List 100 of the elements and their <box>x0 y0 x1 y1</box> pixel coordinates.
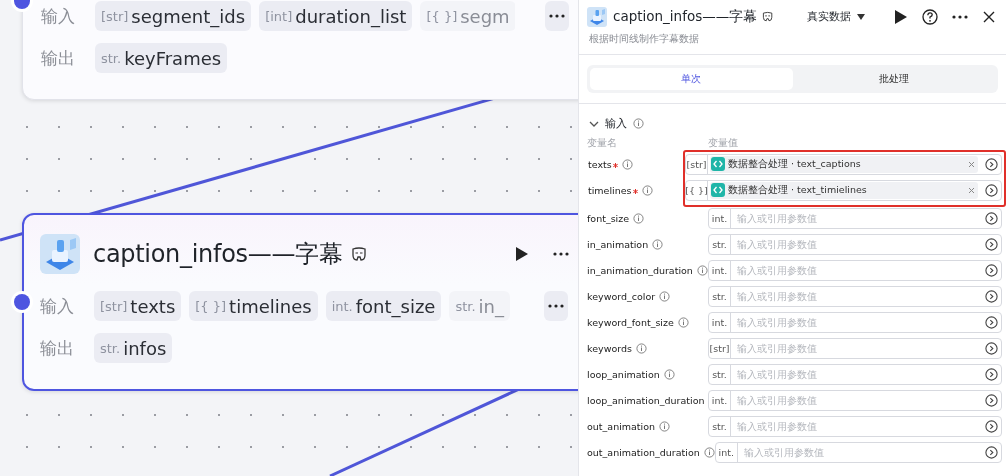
row-label: 输入 <box>40 294 75 318</box>
code-icon <box>711 183 725 197</box>
value-field[interactable]: str. 输入或引用参数值 <box>708 285 1002 307</box>
mask-icon <box>350 246 367 262</box>
caret-icon <box>856 12 866 21</box>
variable-name: font_size <box>587 212 630 224</box>
info-icon <box>633 118 644 129</box>
select-icon[interactable] <box>985 157 998 171</box>
select-icon[interactable] <box>985 211 998 225</box>
select-icon[interactable] <box>985 315 998 329</box>
variable-name: in_animation <box>587 238 649 250</box>
info-icon <box>633 212 645 224</box>
select-icon[interactable] <box>985 445 998 459</box>
variable-name: loop_animation <box>587 368 660 380</box>
node-card[interactable]: 输入 [str] segment_ids [int] duration_list [{ }] segm 输出 str. keyFrames <box>22 0 578 100</box>
help-icon[interactable] <box>922 8 938 25</box>
select-icon[interactable] <box>985 289 998 303</box>
variable-name: keyword_font_size <box>587 316 674 328</box>
input-field[interactable]: 输入或引用参数值 <box>731 394 982 406</box>
value-field[interactable]: [str] 数据整合处理 · text_captions <box>685 153 1002 175</box>
value-field[interactable]: str. 输入或引用参数值 <box>708 415 1002 437</box>
info-icon <box>659 420 671 432</box>
param-chip: str. infos <box>94 333 173 363</box>
play-icon[interactable] <box>893 8 909 25</box>
value-field[interactable]: int. 输入或引用参数值 <box>714 441 1002 463</box>
input-field[interactable]: 输入或引用参数值 <box>737 446 982 458</box>
clear-icon[interactable] <box>968 186 975 194</box>
chevron-icon[interactable] <box>589 119 599 128</box>
info-icon <box>621 158 633 170</box>
param-chip: int. font_size <box>325 291 442 321</box>
column-header: 变量名 <box>587 137 618 150</box>
reference-tag: 数据整合处理 · text_captions <box>710 155 978 173</box>
panel-description: 根据时间线制作字幕数据 <box>579 26 1006 55</box>
info-icon <box>635 342 647 354</box>
code-icon <box>711 157 725 171</box>
clear-icon[interactable] <box>968 160 975 168</box>
value-field[interactable]: [str] 输入或引用参数值 <box>708 337 1002 359</box>
input-field[interactable]: 输入或引用参数值 <box>731 212 982 224</box>
more-button[interactable] <box>545 1 569 31</box>
variable-name: texts <box>588 158 612 170</box>
value-field[interactable]: str. 输入或引用参数值 <box>708 363 1002 385</box>
value-field[interactable]: int. 输入或引用参数值 <box>708 207 1002 229</box>
info-icon <box>659 290 671 302</box>
play-icon[interactable] <box>514 246 530 262</box>
variable-name: loop_animation_duration <box>587 394 705 406</box>
variable-name: keywords <box>587 342 632 354</box>
info-icon <box>677 316 689 328</box>
select-icon[interactable] <box>985 237 998 251</box>
select-icon[interactable] <box>985 341 998 355</box>
data-source-dropdown[interactable]: 真实数据 <box>807 9 866 24</box>
close-icon[interactable] <box>982 9 996 24</box>
variable-name: timelines <box>588 184 632 196</box>
input-field[interactable]: 输入或引用参数值 <box>731 342 982 354</box>
info-icon <box>696 264 708 276</box>
input-field[interactable]: 输入或引用参数值 <box>731 368 982 380</box>
input-field[interactable]: 输入或引用参数值 <box>731 264 982 276</box>
input-field[interactable]: 输入或引用参数值 <box>731 316 982 328</box>
value-field[interactable]: [{ }] 数据整合处理 · text_timielines <box>685 179 1002 201</box>
more-button[interactable] <box>544 291 568 321</box>
required-icon <box>612 162 618 168</box>
info-icon <box>641 184 653 196</box>
info-icon <box>663 368 675 380</box>
param-chip: [{ }] timelines <box>189 291 318 321</box>
required-icon <box>632 188 638 194</box>
select-icon[interactable] <box>985 183 998 197</box>
value-field[interactable]: str. 输入或引用参数值 <box>708 233 1002 255</box>
input-field[interactable]: 输入或引用参数值 <box>731 420 982 432</box>
value-field[interactable]: int. 输入或引用参数值 <box>708 311 1002 333</box>
mask-icon <box>762 11 774 22</box>
select-icon[interactable] <box>985 367 998 381</box>
tab[interactable]: 单次 <box>590 68 793 90</box>
param-chip: [{ }] segm <box>420 1 515 31</box>
input-field[interactable]: 输入或引用参数值 <box>731 238 982 250</box>
variable-name: out_animation <box>587 420 656 432</box>
variable-name: out_animation_duration <box>587 446 700 458</box>
input-field[interactable]: 输入或引用参数值 <box>731 290 982 302</box>
select-icon[interactable] <box>985 419 998 433</box>
variable-name: in_animation_duration <box>587 264 693 276</box>
panel-title: caption_infos——字幕 <box>613 7 758 26</box>
cube-icon <box>587 6 607 27</box>
param-chip: [int] duration_list <box>259 1 413 31</box>
info-icon <box>703 446 715 458</box>
column-header: 变量值 <box>708 137 738 150</box>
row-label: 输出 <box>40 336 75 360</box>
node-card[interactable]: caption_infos——字幕 输入 [str] texts [{ }] timelines int. font_size str. in_ 输出 str. infos <box>22 213 578 391</box>
param-chip: str. in_ <box>449 291 510 321</box>
select-icon[interactable] <box>985 263 998 277</box>
reference-tag: 数据整合处理 · text_timielines <box>710 181 978 199</box>
param-chip: str. keyFrames <box>95 43 228 73</box>
row-label: 输入 <box>41 4 76 28</box>
cube-icon <box>40 234 80 274</box>
value-field[interactable]: int. 输入或引用参数值 <box>708 259 1002 281</box>
select-icon[interactable] <box>985 393 998 407</box>
param-chip: [str] texts <box>94 291 182 321</box>
node-title: caption_infos——字幕 <box>93 239 343 270</box>
param-chip: [str] segment_ids <box>95 1 252 31</box>
section-title: 输入 <box>605 116 627 131</box>
row-label: 输出 <box>41 46 76 70</box>
tab[interactable]: 批处理 <box>792 68 995 90</box>
value-field[interactable]: int. 输入或引用参数值 <box>708 389 1002 411</box>
